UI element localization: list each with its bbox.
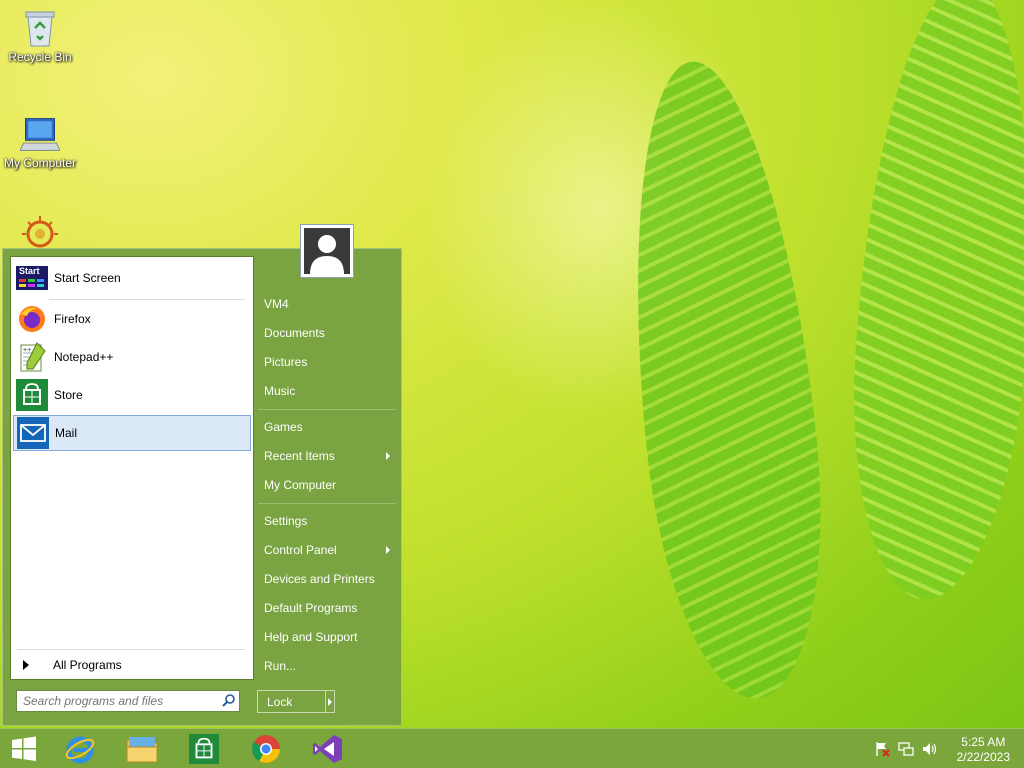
volume-icon[interactable] [922, 741, 938, 757]
desktop-icon-recycle-bin[interactable]: Recycle Bin [0, 8, 80, 64]
taskbar: 5:25 AM 2/22/2023 [0, 728, 1024, 768]
program-start-screen[interactable]: Start Start Screen [13, 260, 251, 296]
menu-item-default-programs[interactable]: Default Programs [264, 597, 396, 619]
user-silhouette-icon [304, 228, 350, 274]
program-store[interactable]: Store [13, 377, 251, 413]
menu-item-label: Music [264, 384, 296, 398]
network-icon[interactable] [898, 741, 914, 757]
all-programs-label: All Programs [53, 658, 122, 672]
power-options-button[interactable] [326, 691, 334, 712]
program-label: Store [54, 388, 83, 402]
menu-item-music[interactable]: Music [264, 380, 396, 402]
menu-item-run[interactable]: Run... [264, 655, 396, 677]
store-icon [189, 734, 219, 764]
menu-item-pictures[interactable]: Pictures [264, 351, 396, 373]
program-label: Mail [55, 426, 78, 440]
menu-item-label: Settings [264, 514, 308, 528]
menu-item-vm4[interactable]: VM4 [264, 293, 396, 315]
desktop-icon-partial[interactable] [0, 212, 80, 248]
program-firefox[interactable]: Firefox [13, 301, 251, 337]
user-avatar[interactable] [300, 224, 354, 278]
menu-divider [258, 503, 396, 504]
menu-item-devices-printers[interactable]: Devices and Printers [264, 568, 396, 590]
power-options-arrow-icon [328, 697, 332, 706]
start-button[interactable] [4, 731, 44, 767]
menu-item-label: Control Panel [264, 543, 337, 557]
start-screen-badge: Start [19, 266, 40, 276]
menu-item-help-support[interactable]: Help and Support [264, 626, 396, 648]
menu-item-games[interactable]: Games [264, 416, 396, 438]
menu-item-label: Run... [264, 659, 297, 673]
menu-item-label: VM4 [264, 297, 289, 311]
menu-item-control-panel[interactable]: Control Panel [264, 539, 396, 561]
menu-item-label: Recent Items [264, 449, 335, 463]
taskbar-internet-explorer[interactable] [60, 731, 100, 767]
visual-studio-icon [313, 735, 342, 763]
menu-item-label: Games [264, 420, 303, 434]
action-center-flag-icon[interactable] [874, 741, 890, 757]
menu-item-my-computer[interactable]: My Computer [264, 474, 396, 496]
computer-icon [20, 114, 60, 154]
desktop-icon-my-computer[interactable]: My Computer [0, 114, 80, 170]
sun-emblem-icon [20, 212, 60, 248]
windows-logo-icon [12, 736, 36, 761]
menu-item-label: Help and Support [264, 630, 358, 644]
lock-button-group: Lock [257, 690, 335, 713]
search-input[interactable] [21, 693, 221, 709]
chrome-icon [252, 735, 280, 763]
clock-date: 2/22/2023 [956, 750, 1010, 764]
program-label: Start Screen [54, 271, 121, 285]
recycle-bin-icon [20, 8, 60, 48]
taskbar-file-explorer[interactable] [122, 731, 162, 767]
internet-explorer-icon [65, 736, 95, 764]
clock-time: 5:25 AM [961, 735, 1006, 749]
search-box[interactable] [16, 690, 240, 712]
file-explorer-icon [126, 737, 158, 763]
submenu-arrow-icon [386, 452, 390, 460]
submenu-arrow-icon [386, 546, 390, 554]
start-screen-icon: Start [16, 262, 48, 294]
menu-item-settings[interactable]: Settings [264, 510, 396, 532]
program-label: Notepad++ [54, 350, 114, 364]
menu-item-label: Default Programs [264, 601, 358, 615]
menu-item-label: Pictures [264, 355, 308, 369]
all-programs-divider [17, 649, 245, 650]
programs-pane: Start Start Screen Firefox ++ Notepad++ … [10, 256, 254, 680]
taskbar-store[interactable] [184, 731, 224, 767]
store-icon [16, 379, 48, 411]
system-clock[interactable]: 5:25 AM 2/22/2023 [957, 735, 1010, 765]
mail-icon [17, 417, 49, 449]
expand-arrow-icon [23, 660, 29, 670]
programs-divider [49, 299, 245, 300]
menu-item-documents[interactable]: Documents [264, 322, 396, 344]
desktop-icon-label: My Computer [3, 156, 77, 170]
search-icon[interactable] [221, 693, 237, 709]
menu-divider [258, 409, 396, 410]
program-label: Firefox [54, 312, 91, 326]
menu-item-label: Devices and Printers [264, 572, 375, 586]
desktop-icon-label: Recycle Bin [8, 50, 72, 64]
program-mail[interactable]: Mail [13, 415, 251, 451]
menu-item-label: My Computer [264, 478, 337, 492]
taskbar-visual-studio[interactable] [308, 731, 348, 767]
wallpaper-leaf-right [838, 0, 1024, 606]
svg-text:++: ++ [23, 347, 31, 354]
menu-item-recent-items[interactable]: Recent Items [264, 445, 396, 467]
program-notepadpp[interactable]: ++ Notepad++ [13, 339, 251, 375]
firefox-icon [16, 303, 48, 335]
notepadpp-icon: ++ [16, 341, 48, 373]
lock-label: Lock [267, 694, 293, 709]
lock-button[interactable]: Lock [258, 691, 326, 712]
all-programs-button[interactable]: All Programs [13, 653, 251, 677]
taskbar-chrome[interactable] [246, 731, 286, 767]
menu-item-label: Documents [264, 326, 325, 340]
